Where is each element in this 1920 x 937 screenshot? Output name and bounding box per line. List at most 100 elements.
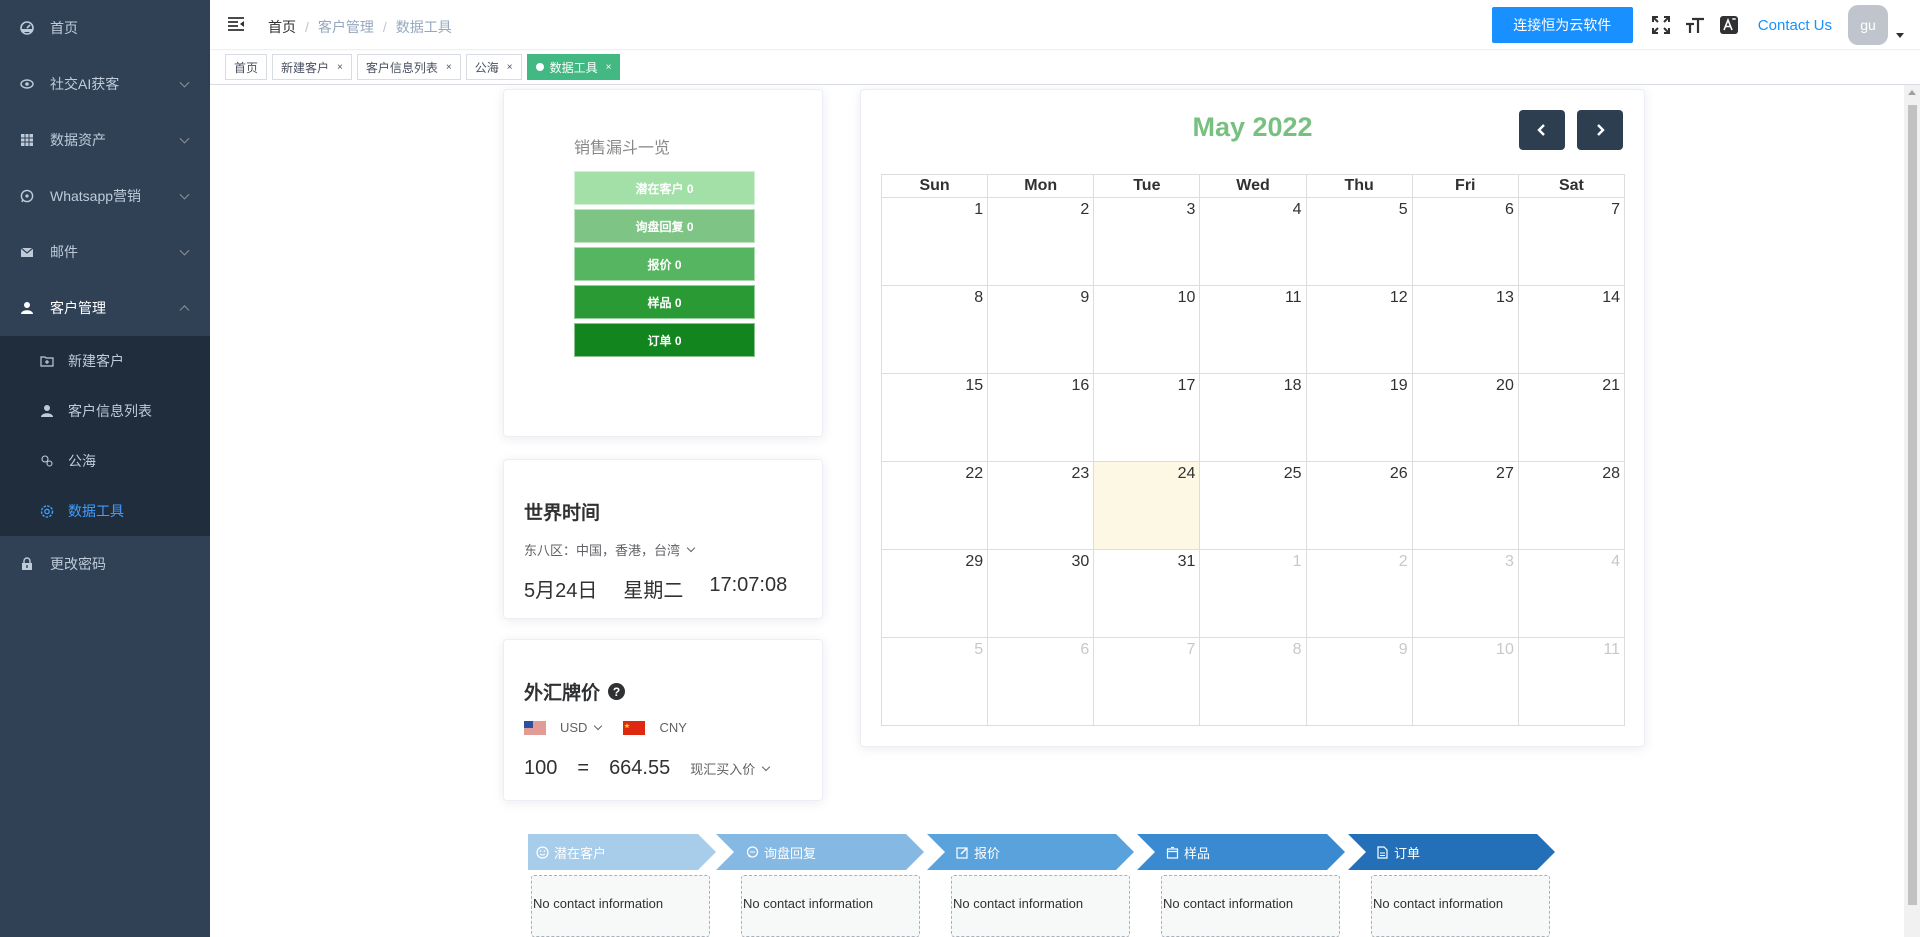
sidebar-item-public-sea[interactable]: 公海 xyxy=(0,436,210,486)
calendar-day[interactable]: 28 xyxy=(1517,461,1626,550)
breadcrumb-customer-management[interactable]: 客户管理 xyxy=(318,17,374,37)
calendar-day[interactable]: 16 xyxy=(987,373,1095,462)
calendar-next-button[interactable] xyxy=(1577,110,1623,150)
calendar-day[interactable]: 1 xyxy=(880,197,989,286)
calendar-day[interactable]: 20 xyxy=(1411,373,1519,462)
calendar-day[interactable]: 31 xyxy=(1093,549,1201,638)
timezone-select[interactable]: 东八区：中国，香港，台湾 xyxy=(524,540,696,559)
avatar[interactable]: gu xyxy=(1848,5,1888,45)
funnel-stage-sample[interactable]: 样品 0 xyxy=(574,285,755,319)
help-icon[interactable]: ? xyxy=(608,683,626,700)
caret-down-icon[interactable] xyxy=(1896,32,1904,38)
calendar-day[interactable]: 14 xyxy=(1517,285,1626,374)
calendar-day-other-month[interactable]: 5 xyxy=(880,637,989,726)
calendar-day[interactable]: 11 xyxy=(1199,285,1307,374)
calendar-day-today[interactable]: 24 xyxy=(1093,461,1201,550)
pipeline-stage-inquiry-reply[interactable]: 询盘回复 xyxy=(738,834,816,870)
sidebar-item-data-assets[interactable]: 数据资产 xyxy=(0,112,210,168)
connect-software-button[interactable]: 连接恒为云软件 xyxy=(1491,7,1633,43)
calendar-day[interactable]: 21 xyxy=(1517,373,1626,462)
sidebar-item-mail[interactable]: 邮件 xyxy=(0,224,210,280)
weekday-header: Thu xyxy=(1305,174,1413,198)
close-icon[interactable]: × xyxy=(337,62,343,73)
sidebar-item-home[interactable]: 首页 xyxy=(0,0,210,56)
calendar-day-other-month[interactable]: 11 xyxy=(1517,637,1626,726)
translate-icon[interactable] xyxy=(1718,14,1740,36)
breadcrumb-home[interactable]: 首页 xyxy=(268,17,296,37)
font-size-icon[interactable] xyxy=(1684,14,1706,36)
hamburger-icon[interactable] xyxy=(227,16,245,32)
close-icon[interactable]: × xyxy=(606,62,612,73)
calendar-day-other-month[interactable]: 9 xyxy=(1305,637,1413,726)
main-content: 销售漏斗一览 潜在客户 0 询盘回复 0 报价 0 样品 0 订单 0 世界时间… xyxy=(210,85,1920,937)
calendar-day[interactable]: 3 xyxy=(1093,197,1201,286)
tag-new-customer[interactable]: 新建客户 × xyxy=(272,54,352,80)
calendar-day[interactable]: 15 xyxy=(880,373,989,462)
scroll-up-arrow-icon[interactable] xyxy=(1908,90,1916,95)
funnel-stage-quote[interactable]: 报价 0 xyxy=(574,247,755,281)
calendar-day[interactable]: 5 xyxy=(1305,197,1413,286)
calendar-day-other-month[interactable]: 4 xyxy=(1517,549,1626,638)
fullscreen-icon[interactable] xyxy=(1650,14,1672,36)
sidebar-item-customer-management[interactable]: 客户管理 xyxy=(0,280,210,336)
sidebar-item-data-tools[interactable]: 数据工具 xyxy=(0,486,210,536)
calendar-day-other-month[interactable]: 7 xyxy=(1093,637,1201,726)
close-icon[interactable]: × xyxy=(507,62,513,73)
calendar-day[interactable]: 18 xyxy=(1199,373,1307,462)
chevron-up-icon xyxy=(179,305,190,316)
calendar-day-other-month[interactable]: 6 xyxy=(987,637,1095,726)
pipeline-stage-sample[interactable]: 样品 xyxy=(1158,834,1210,870)
rate-type-select[interactable]: 现汇买入价 xyxy=(690,759,771,778)
calendar-day[interactable]: 9 xyxy=(987,285,1095,374)
funnel-stage-prospect[interactable]: 潜在客户 0 xyxy=(574,171,755,205)
tag-public-sea[interactable]: 公海 × xyxy=(465,54,522,80)
sidebar-item-change-password[interactable]: 更改密码 xyxy=(0,536,210,592)
calendar-day[interactable]: 6 xyxy=(1411,197,1519,286)
funnel-stage-inquiry-reply[interactable]: 询盘回复 0 xyxy=(574,209,755,243)
tag-customer-list[interactable]: 客户信息列表 × xyxy=(356,54,461,80)
sidebar-item-new-customer[interactable]: 新建客户 xyxy=(0,336,210,386)
pipeline-stage-quote[interactable]: 报价 xyxy=(948,834,1000,870)
calendar-day[interactable]: 4 xyxy=(1199,197,1307,286)
calendar-day[interactable]: 29 xyxy=(880,549,989,638)
tag-home[interactable]: 首页 xyxy=(225,54,268,80)
sidebar-item-whatsapp[interactable]: Whatsapp营销 xyxy=(0,168,210,224)
calendar-day[interactable]: 19 xyxy=(1305,373,1413,462)
calendar-day[interactable]: 17 xyxy=(1093,373,1201,462)
calendar-day[interactable]: 8 xyxy=(880,285,989,374)
calendar-week-row: 22 23 24 25 26 27 28 xyxy=(880,461,1626,550)
pipeline-stage-order[interactable]: 订单 xyxy=(1368,834,1420,870)
scroll-thumb[interactable] xyxy=(1908,105,1917,905)
calendar-day-other-month[interactable]: 10 xyxy=(1411,637,1519,726)
tag-data-tools[interactable]: 数据工具 × xyxy=(526,54,621,80)
calendar-day[interactable]: 27 xyxy=(1411,461,1519,550)
calendar-day[interactable]: 2 xyxy=(987,197,1095,286)
amount-value[interactable]: 100 xyxy=(524,757,557,780)
calendar-day[interactable]: 23 xyxy=(987,461,1095,550)
calendar-day[interactable]: 26 xyxy=(1305,461,1413,550)
funnel-stage-order[interactable]: 订单 0 xyxy=(574,323,755,357)
navbar-right: 连接恒为云软件 Contact Us gu xyxy=(1491,0,1920,50)
calendar-day-other-month[interactable]: 1 xyxy=(1199,549,1307,638)
calendar-day[interactable]: 7 xyxy=(1517,197,1626,286)
calendar-day[interactable]: 22 xyxy=(880,461,989,550)
from-currency-select[interactable]: USD xyxy=(560,720,603,735)
sidebar-item-social-ai[interactable]: 社交AI获客 xyxy=(0,56,210,112)
calendar-day-other-month[interactable]: 8 xyxy=(1199,637,1307,726)
folder-add-icon xyxy=(40,354,54,368)
calendar-prev-button[interactable] xyxy=(1519,110,1565,150)
pipeline-stage-prospect[interactable]: 潜在客户 xyxy=(528,834,606,870)
calendar-day[interactable]: 10 xyxy=(1093,285,1201,374)
calendar-day[interactable]: 12 xyxy=(1305,285,1413,374)
calendar-weekday-row: Sun Mon Tue Wed Thu Fri Sat xyxy=(880,174,1626,198)
sidebar-item-customer-list[interactable]: 客户信息列表 xyxy=(0,386,210,436)
calendar-day[interactable]: 13 xyxy=(1411,285,1519,374)
calendar-day[interactable]: 25 xyxy=(1199,461,1307,550)
calendar-day[interactable]: 30 xyxy=(987,549,1095,638)
calendar-day-other-month[interactable]: 3 xyxy=(1411,549,1519,638)
to-currency-label[interactable]: CNY xyxy=(659,720,686,735)
calendar-day-other-month[interactable]: 2 xyxy=(1305,549,1413,638)
close-icon[interactable]: × xyxy=(446,62,452,73)
page-scrollbar[interactable] xyxy=(1904,85,1920,937)
contact-us-link[interactable]: Contact Us xyxy=(1758,17,1832,34)
